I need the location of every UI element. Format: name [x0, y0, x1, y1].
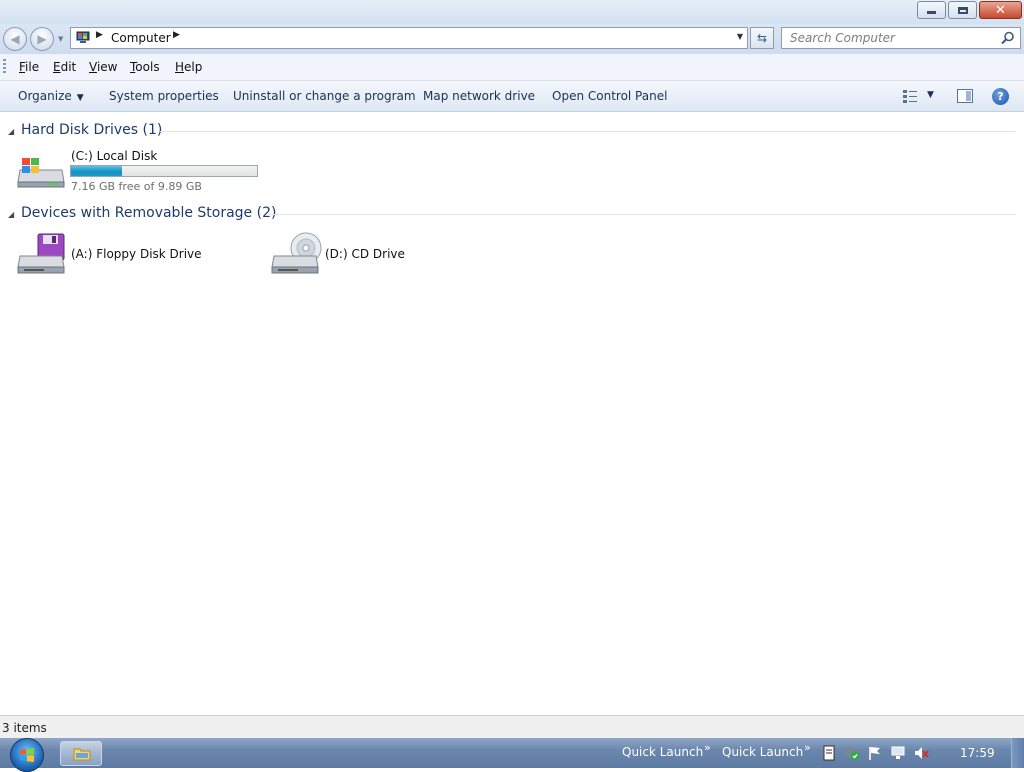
view-options-chevron-icon[interactable]: ▼	[927, 90, 934, 100]
caption-buttons: ✕	[917, 1, 1022, 19]
menu-help[interactable]: Help	[175, 60, 202, 74]
taskbar-explorer-button[interactable]	[60, 741, 102, 766]
network-icon[interactable]	[890, 745, 906, 761]
address-bar[interactable]: ▶ Computer ▶ ▼	[70, 27, 748, 49]
breadcrumb-computer[interactable]: Computer	[111, 31, 171, 45]
title-bar[interactable]: ✕	[0, 0, 1024, 24]
item-count: 3 items	[2, 721, 47, 735]
capacity-bar	[70, 165, 258, 177]
refresh-button[interactable]: ⇆	[750, 27, 774, 49]
uninstall-program-button[interactable]: Uninstall or change a program	[233, 89, 416, 103]
clock[interactable]: 17:59	[960, 746, 995, 760]
security-shield-icon[interactable]	[844, 745, 860, 761]
address-history-dropdown-icon[interactable]: ▼	[737, 32, 743, 41]
map-network-drive-button[interactable]: Map network drive	[423, 89, 535, 103]
document-icon[interactable]	[821, 745, 837, 761]
close-icon: ✕	[995, 2, 1006, 18]
group-divider	[268, 214, 1016, 215]
group-title: Devices with Removable Storage (2)	[21, 205, 277, 221]
computer-icon	[76, 31, 90, 43]
folder-icon	[73, 748, 91, 761]
drive-item-c[interactable]: (C:) Local Disk 7.16 GB free of 9.89 GB	[16, 148, 266, 194]
capacity-fill	[71, 166, 123, 176]
menu-edit[interactable]: Edit	[53, 60, 76, 74]
show-desktop-button[interactable]	[1011, 738, 1024, 768]
search-icon[interactable]	[1001, 31, 1015, 45]
organize-button[interactable]: Organize ▼	[18, 89, 84, 103]
quick-launch-toolbar[interactable]: Quick Launch	[722, 745, 803, 759]
quick-launch-chevron-icon[interactable]: »	[704, 741, 711, 754]
volume-muted-icon[interactable]	[913, 745, 929, 761]
menu-file[interactable]: File	[19, 60, 39, 74]
group-removable-storage[interactable]: ◢ Devices with Removable Storage (2)	[8, 205, 1016, 225]
menu-bar: File Edit View Tools Help	[0, 54, 1024, 81]
collapse-triangle-icon[interactable]: ◢	[8, 127, 14, 136]
organize-label: Organize	[18, 89, 72, 103]
group-divider	[160, 131, 1016, 132]
system-tray	[821, 745, 929, 761]
free-space-text: 7.16 GB free of 9.89 GB	[71, 180, 202, 193]
minimize-icon	[927, 11, 936, 14]
drive-label: (D:) CD Drive	[325, 247, 405, 261]
start-button[interactable]	[10, 738, 44, 772]
floppy-drive-icon	[17, 233, 65, 274]
command-bar: Organize ▼ System properties Uninstall or…	[0, 81, 1024, 112]
menu-grip	[3, 59, 6, 75]
breadcrumb-separator-icon[interactable]: ▶	[96, 30, 103, 40]
navigation-bar: ◀ ▶ ▼ ▶ Computer ▶ ▼ ⇆ Search Computer	[0, 24, 1024, 54]
preview-pane-icon[interactable]	[957, 89, 973, 103]
taskbar: Quick Launch » Quick Launch » 17:59	[0, 738, 1024, 772]
quick-launch-toolbar[interactable]: Quick Launch	[622, 745, 703, 759]
drive-item-d[interactable]: (D:) CD Drive	[270, 232, 430, 278]
help-icon[interactable]: ?	[992, 88, 1009, 105]
search-placeholder: Search Computer	[790, 31, 895, 45]
search-input[interactable]: Search Computer	[781, 27, 1021, 49]
menu-tools[interactable]: Tools	[130, 60, 160, 74]
chevron-down-icon: ▼	[76, 93, 84, 103]
open-control-panel-button[interactable]: Open Control Panel	[552, 89, 667, 103]
drive-item-a[interactable]: (A:) Floppy Disk Drive	[16, 232, 246, 278]
cd-drive-icon	[271, 232, 322, 274]
system-properties-button[interactable]: System properties	[109, 89, 219, 103]
file-list-area[interactable]: ◢ Hard Disk Drives (1) (C:) Local Disk 7…	[0, 112, 1024, 715]
restore-button[interactable]	[948, 1, 977, 19]
drive-label: (C:) Local Disk	[71, 149, 158, 163]
hard-drive-icon	[17, 158, 65, 188]
back-arrow-icon: ◀	[10, 32, 20, 46]
group-hard-disk-drives[interactable]: ◢ Hard Disk Drives (1)	[8, 122, 1016, 142]
back-button[interactable]: ◀	[3, 27, 27, 51]
forward-arrow-icon: ▶	[37, 32, 47, 46]
minimize-button[interactable]	[917, 1, 946, 19]
refresh-icon: ⇆	[756, 31, 768, 45]
status-bar: 3 items	[0, 715, 1024, 738]
collapse-triangle-icon[interactable]: ◢	[8, 210, 14, 219]
drive-label: (A:) Floppy Disk Drive	[71, 247, 202, 261]
group-title: Hard Disk Drives (1)	[21, 122, 163, 138]
action-center-flag-icon[interactable]	[867, 745, 883, 761]
menu-view[interactable]: View	[89, 60, 117, 74]
breadcrumb-separator-icon[interactable]: ▶	[173, 30, 180, 40]
change-view-icon[interactable]	[903, 89, 917, 103]
forward-button[interactable]: ▶	[30, 27, 54, 51]
recent-pages-dropdown-icon[interactable]: ▼	[58, 35, 63, 43]
restore-icon	[957, 6, 968, 14]
quick-launch-chevron-icon[interactable]: »	[804, 741, 811, 754]
windows-logo-icon	[20, 748, 34, 762]
close-button[interactable]: ✕	[979, 1, 1022, 19]
